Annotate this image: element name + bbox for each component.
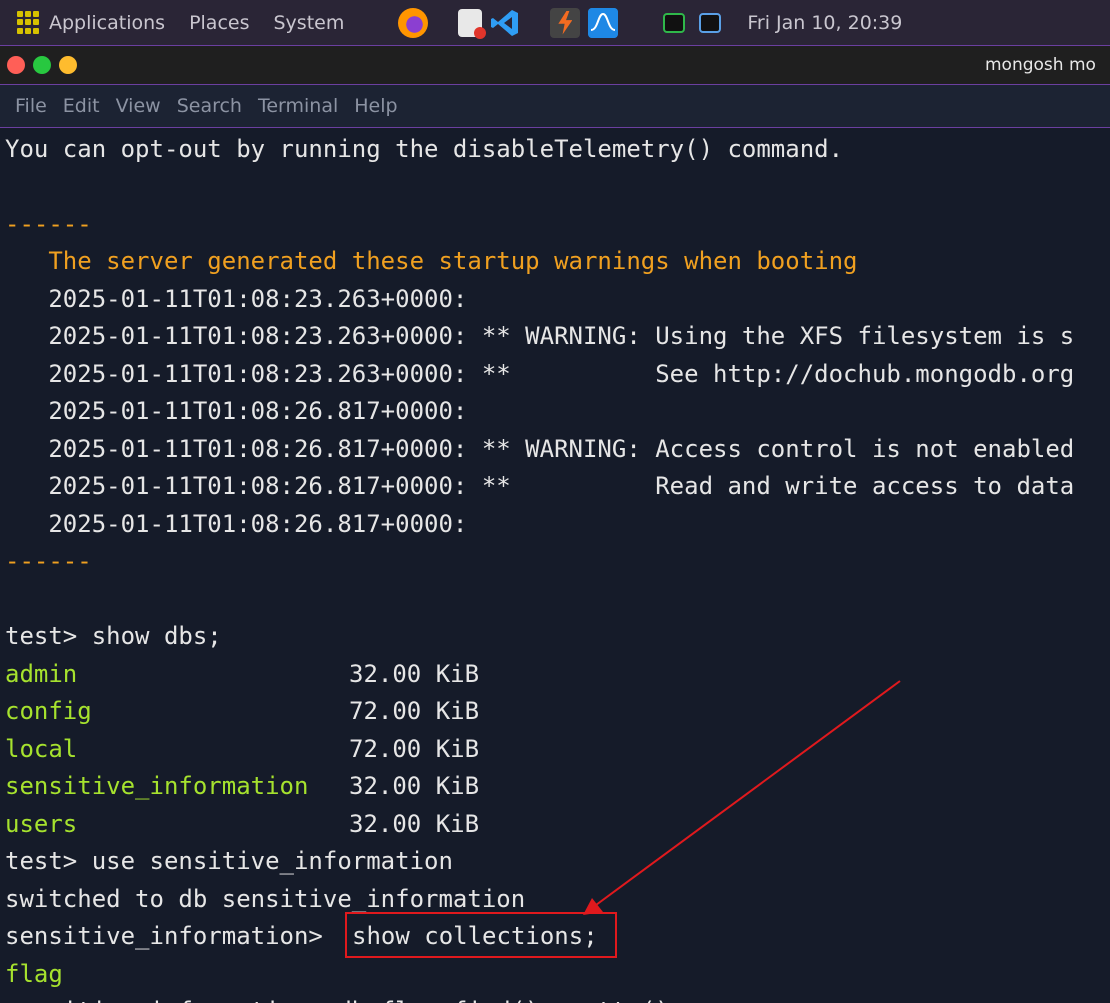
panel-menu-places[interactable]: Places (189, 12, 249, 34)
window-title: mongosh mo (985, 55, 1096, 75)
launcher-tray (368, 7, 722, 39)
maximize-window-button[interactable] (33, 56, 51, 74)
powershell-icon[interactable] (699, 12, 722, 33)
annotation-arrow (583, 680, 901, 915)
panel-clock[interactable]: Fri Jan 10, 20:39 (747, 12, 902, 34)
applications-grid-icon[interactable] (17, 10, 41, 35)
terminal-icon[interactable] (663, 12, 686, 33)
document-viewer-icon[interactable] (458, 8, 487, 39)
terminal-menubar: File Edit View Search Terminal Help (0, 85, 1110, 127)
menu-edit[interactable]: Edit (63, 95, 100, 117)
close-window-button[interactable] (7, 56, 25, 74)
terminal-output[interactable]: You can opt-out by running the disableTe… (0, 128, 1110, 1003)
firefox-icon[interactable] (398, 7, 429, 38)
menu-file[interactable]: File (15, 95, 47, 117)
top-panel: Applications Places System Fri Jan 10, 2… (0, 0, 1110, 45)
vscode-icon[interactable] (490, 8, 520, 38)
burp-flash-icon[interactable] (550, 7, 581, 38)
menu-terminal[interactable]: Terminal (258, 95, 338, 117)
panel-menu-applications[interactable]: Applications (49, 12, 165, 34)
menu-search[interactable]: Search (177, 95, 242, 117)
menu-help[interactable]: Help (354, 95, 397, 117)
wireshark-icon[interactable] (588, 7, 619, 38)
menu-view[interactable]: View (116, 95, 161, 117)
window-titlebar[interactable]: mongosh mo (0, 46, 1110, 84)
panel-menu-system[interactable]: System (273, 12, 344, 34)
minimize-window-button[interactable] (59, 56, 77, 74)
